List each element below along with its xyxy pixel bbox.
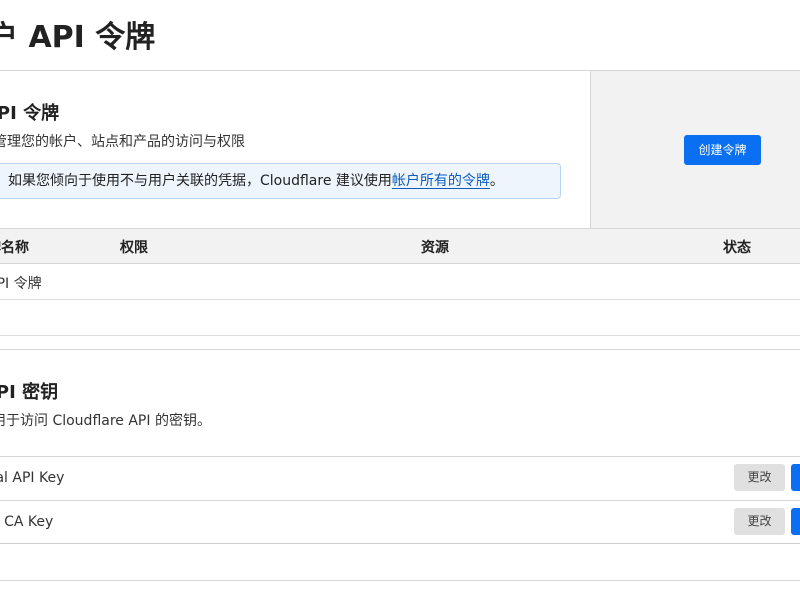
column-header-name[interactable]: 牌名称 bbox=[0, 237, 29, 257]
api-keys-description: 用于访问 Cloudflare API 的密钥。 bbox=[0, 413, 211, 429]
api-keys-card: API 密钥 用于访问 Cloudflare API 的密钥。 obal API… bbox=[0, 349, 800, 581]
change-key-button[interactable]: 更改 bbox=[734, 464, 785, 491]
token-name: API 令牌 bbox=[0, 276, 42, 292]
api-tokens-aside: 创建令牌 bbox=[590, 71, 800, 228]
change-key-button[interactable]: 更改 bbox=[734, 508, 785, 535]
table-row-empty bbox=[0, 300, 800, 336]
column-header-permissions: 权限 bbox=[120, 240, 148, 256]
info-suffix: 。 bbox=[489, 173, 504, 189]
column-header-status: 状态 bbox=[723, 240, 751, 256]
column-header-resources: 资源 bbox=[421, 240, 449, 256]
account-owned-tokens-link[interactable]: 帐户所有的令牌 bbox=[392, 173, 490, 189]
key-name: obal API Key bbox=[0, 470, 65, 486]
api-tokens-title: API 令牌 bbox=[0, 103, 60, 124]
divider bbox=[0, 543, 800, 544]
view-key-button[interactable] bbox=[791, 464, 800, 491]
key-row-global-api-key: obal API Key 更改 bbox=[0, 456, 800, 500]
page-title: 户 API 令牌 bbox=[0, 20, 156, 55]
info-text: 如果您倾向于使用不与用户关联的凭据，Cloudflare 建议使用 bbox=[8, 173, 392, 189]
api-tokens-card: API 令牌 管理您的帐户、站点和产品的访问与权限 如果您倾向于使用不与用户关联… bbox=[0, 70, 800, 350]
key-row-origin-ca-key: gin CA Key 更改 bbox=[0, 500, 800, 544]
api-keys-title: API 密钥 bbox=[0, 382, 59, 403]
key-name: gin CA Key bbox=[0, 514, 54, 530]
info-notice: 如果您倾向于使用不与用户关联的凭据，Cloudflare 建议使用帐户所有的令牌… bbox=[0, 163, 561, 199]
table-row[interactable]: API 令牌 bbox=[0, 264, 800, 300]
api-tokens-description: 管理您的帐户、站点和产品的访问与权限 bbox=[0, 134, 245, 150]
api-tokens-header: API 令牌 管理您的帐户、站点和产品的访问与权限 如果您倾向于使用不与用户关联… bbox=[0, 71, 591, 228]
create-token-button[interactable]: 创建令牌 bbox=[684, 135, 761, 165]
view-key-button[interactable] bbox=[791, 508, 800, 535]
tokens-table-header: 牌名称 权限 资源 状态 bbox=[0, 228, 800, 264]
